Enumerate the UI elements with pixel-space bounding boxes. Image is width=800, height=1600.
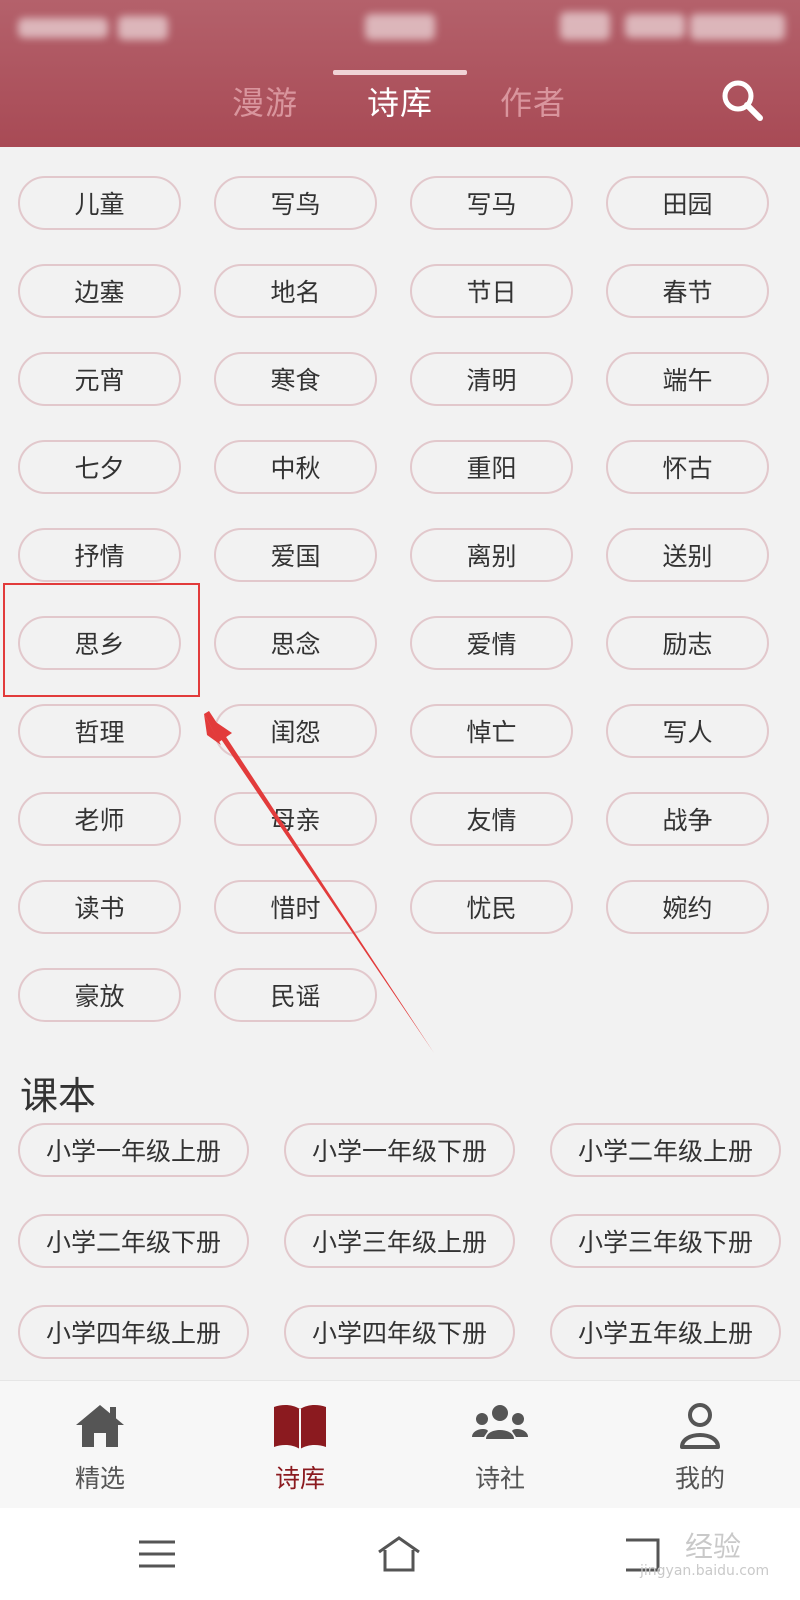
textbook-item[interactable]: 小学二年级下册 xyxy=(18,1214,249,1268)
baidu-jingyan-watermark: 经验 jingyan.baidu.com xyxy=(610,1525,795,1585)
nav-label: 诗库 xyxy=(274,1464,325,1493)
status-blurred xyxy=(690,14,785,40)
tab-authors[interactable]: 作者 xyxy=(468,78,598,124)
textbook-section-title: 课本 xyxy=(20,1074,97,1118)
theme-tag[interactable]: 母亲 xyxy=(214,792,377,846)
theme-tag[interactable]: 清明 xyxy=(410,352,573,406)
theme-tag[interactable]: 爱国 xyxy=(214,528,377,582)
theme-tag[interactable]: 婉约 xyxy=(606,880,769,934)
theme-tag[interactable]: 战争 xyxy=(606,792,769,846)
nav-poetry-club[interactable]: 诗社 xyxy=(400,1381,600,1509)
theme-tag[interactable]: 地名 xyxy=(214,264,377,318)
textbook-item[interactable]: 小学一年级下册 xyxy=(284,1123,515,1177)
search-button[interactable] xyxy=(720,78,768,126)
textbook-item[interactable]: 小学四年级下册 xyxy=(284,1305,515,1359)
people-icon xyxy=(472,1405,528,1439)
theme-tag[interactable]: 田园 xyxy=(606,176,769,230)
nav-poetry-library[interactable]: 诗库 xyxy=(200,1381,400,1509)
menu-icon[interactable] xyxy=(133,1532,181,1576)
theme-tag[interactable]: 儿童 xyxy=(18,176,181,230)
top-tabs: 漫游 诗库 作者 xyxy=(0,70,800,147)
home-outline-icon[interactable] xyxy=(375,1532,423,1576)
status-bar xyxy=(0,0,800,48)
search-icon xyxy=(722,80,763,121)
theme-tag[interactable]: 民谣 xyxy=(214,968,377,1022)
tab-roam[interactable]: 漫游 xyxy=(200,78,330,124)
theme-tag[interactable]: 老师 xyxy=(18,792,181,846)
nav-featured[interactable]: 精选 xyxy=(0,1381,200,1509)
home-icon xyxy=(76,1405,124,1447)
theme-tag[interactable]: 闺怨 xyxy=(214,704,377,758)
theme-tag[interactable]: 悼亡 xyxy=(410,704,573,758)
bottom-navigation: 精选 诗库 诗社 我的 xyxy=(0,1380,800,1508)
theme-tag[interactable]: 抒情 xyxy=(18,528,181,582)
annotation-highlight-box xyxy=(3,583,200,697)
nav-profile[interactable]: 我的 xyxy=(600,1381,800,1509)
status-blurred xyxy=(118,16,168,40)
textbook-item[interactable]: 小学五年级上册 xyxy=(550,1305,781,1359)
theme-tag[interactable]: 怀古 xyxy=(606,440,769,494)
theme-tag[interactable]: 豪放 xyxy=(18,968,181,1022)
theme-tag[interactable]: 忧民 xyxy=(410,880,573,934)
user-icon xyxy=(680,1403,720,1449)
textbook-item[interactable]: 小学四年级上册 xyxy=(18,1305,249,1359)
theme-tag[interactable]: 爱情 xyxy=(410,616,573,670)
theme-tag[interactable]: 励志 xyxy=(606,616,769,670)
theme-tag[interactable]: 写马 xyxy=(410,176,573,230)
theme-tag[interactable]: 惜时 xyxy=(214,880,377,934)
textbook-item[interactable]: 小学三年级上册 xyxy=(284,1214,515,1268)
status-blurred xyxy=(560,12,610,40)
theme-tag[interactable]: 重阳 xyxy=(410,440,573,494)
textbook-item[interactable]: 小学二年级上册 xyxy=(550,1123,781,1177)
theme-tag[interactable]: 读书 xyxy=(18,880,181,934)
nav-label: 精选 xyxy=(74,1464,125,1493)
nav-label: 诗社 xyxy=(474,1464,525,1493)
theme-tag[interactable]: 写鸟 xyxy=(214,176,377,230)
book-icon xyxy=(274,1404,326,1449)
theme-tag[interactable]: 元宵 xyxy=(18,352,181,406)
theme-tag[interactable]: 中秋 xyxy=(214,440,377,494)
theme-tag[interactable]: 友情 xyxy=(410,792,573,846)
theme-tag[interactable]: 思念 xyxy=(214,616,377,670)
theme-tag[interactable]: 节日 xyxy=(410,264,573,318)
theme-tag[interactable]: 端午 xyxy=(606,352,769,406)
theme-tag[interactable]: 边塞 xyxy=(18,264,181,318)
theme-tag[interactable]: 离别 xyxy=(410,528,573,582)
active-tab-indicator xyxy=(333,70,467,75)
watermark-text: 经验 xyxy=(685,1530,742,1563)
status-blurred xyxy=(625,14,685,38)
status-blurred xyxy=(18,18,108,38)
theme-tag[interactable]: 送别 xyxy=(606,528,769,582)
app-header: 漫游 诗库 作者 xyxy=(0,0,800,147)
status-blurred xyxy=(365,14,435,40)
theme-tag[interactable]: 七夕 xyxy=(18,440,181,494)
theme-tag[interactable]: 寒食 xyxy=(214,352,377,406)
theme-tag[interactable]: 春节 xyxy=(606,264,769,318)
textbook-item[interactable]: 小学三年级下册 xyxy=(550,1214,781,1268)
textbook-item[interactable]: 小学一年级上册 xyxy=(18,1123,249,1177)
tab-poetry-library[interactable]: 诗库 xyxy=(335,78,465,124)
nav-label: 我的 xyxy=(674,1464,725,1493)
theme-tag[interactable]: 写人 xyxy=(606,704,769,758)
theme-tag[interactable]: 哲理 xyxy=(18,704,181,758)
watermark-url: jingyan.baidu.com xyxy=(640,1563,770,1579)
